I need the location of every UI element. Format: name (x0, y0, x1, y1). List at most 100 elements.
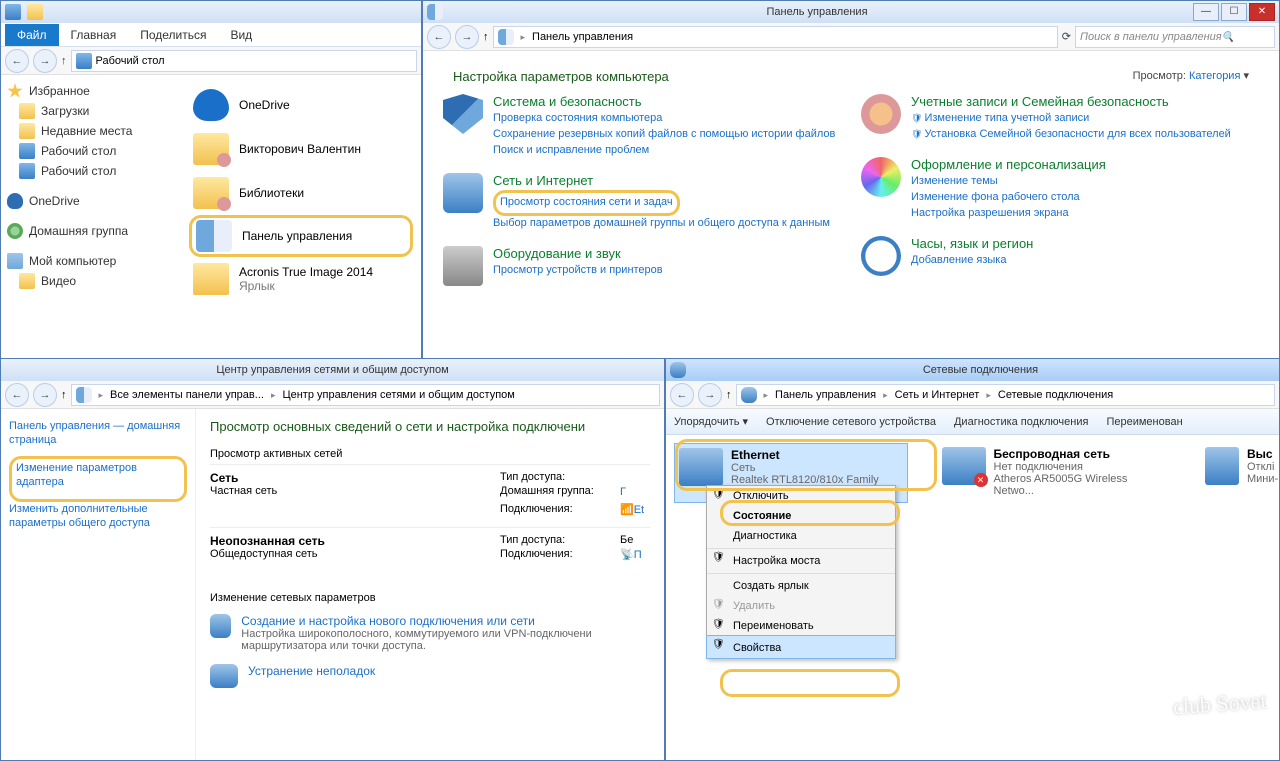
side-sharing[interactable]: Изменить дополнительные параметры общего… (9, 502, 187, 531)
menu-bridge[interactable]: 🛡Настройка моста (707, 548, 895, 571)
sidebar-recent[interactable]: Недавние места (5, 121, 177, 141)
sidebar-desktop[interactable]: Рабочий стол (5, 141, 177, 161)
ncn-titlebar[interactable]: Сетевые подключения (666, 359, 1279, 381)
window-title: Центр управления сетями и общим доступом (5, 364, 660, 376)
folder-icon (193, 263, 229, 295)
file-user[interactable]: Викторович Валентин (189, 127, 413, 171)
star-icon (7, 83, 23, 99)
link-homegroup[interactable]: Выбор параметров домашней группы и общег… (493, 216, 830, 232)
tab-home[interactable]: Главная (59, 24, 129, 46)
link-family-safety[interactable]: Установка Семейной безопасности для всех… (911, 127, 1231, 143)
link-theme[interactable]: Изменение темы (911, 174, 1106, 190)
crumb-icon (498, 29, 514, 45)
link-check-status[interactable]: Проверка состояния компьютера (493, 111, 835, 127)
link-connection[interactable]: Et (634, 503, 644, 519)
nc-sidebar: Панель управления — домашняя страница Из… (1, 409, 196, 760)
opt-new-connection[interactable]: Создание и настройка нового подключения … (210, 614, 650, 652)
sidebar-desktop2[interactable]: Рабочий стол (5, 161, 177, 181)
qat-icon[interactable] (27, 4, 43, 20)
hardware-icon (443, 246, 483, 286)
nc-titlebar[interactable]: Центр управления сетями и общим доступом (1, 359, 664, 381)
opt-troubleshoot[interactable]: Устранение неполадок (210, 664, 650, 688)
nav-fwd[interactable]: → (33, 49, 57, 73)
tb-diagnose[interactable]: Диагностика подключения (954, 416, 1088, 428)
link-network-status[interactable]: Просмотр состояния сети и задач (500, 195, 673, 211)
change-heading: Изменение сетевых параметров (210, 592, 650, 604)
tb-rename[interactable]: Переименован (1106, 416, 1182, 428)
file-onedrive[interactable]: OneDrive (189, 83, 413, 127)
file-control-panel[interactable]: Панель управления (189, 215, 413, 257)
sidebar-favorites[interactable]: Избранное (5, 81, 177, 101)
tb-organize[interactable]: Упорядочить ▾ (674, 415, 748, 428)
refresh-button[interactable]: ⟳ (1062, 30, 1071, 43)
window-title: Панель управления (443, 6, 1191, 18)
nav-back[interactable]: ← (427, 25, 451, 49)
sidebar-mypc[interactable]: Мой компьютер (5, 251, 177, 271)
search-input[interactable]: Поиск в панели управления (1075, 26, 1275, 48)
window-icon (427, 4, 443, 20)
connection-other[interactable]: ВысОткліМини- (1201, 443, 1271, 489)
maximize-button[interactable]: ☐ (1221, 3, 1247, 21)
nav-back[interactable]: ← (670, 383, 694, 407)
menu-properties[interactable]: 🛡Свойства (706, 635, 896, 659)
file-acronis[interactable]: Acronis True Image 2014Ярлык (189, 257, 413, 301)
file-libraries[interactable]: Библиотеки (189, 171, 413, 215)
networkconnections-window: Сетевые подключения ← → ↑ Панель управле… (665, 358, 1280, 761)
link-wallpaper[interactable]: Изменение фона рабочего стола (911, 190, 1106, 206)
nav-back[interactable]: ← (5, 49, 29, 73)
folder-icon (19, 273, 35, 289)
breadcrumb[interactable]: Рабочий стол (71, 50, 418, 72)
cat-hardware[interactable]: Оборудование и звук Просмотр устройств и… (443, 246, 841, 286)
menu-diagnose[interactable]: Диагностика (707, 526, 895, 546)
explorer-window: Файл Главная Поделиться Вид ← → ↑ Рабочи… (0, 0, 422, 360)
sidebar-homegroup[interactable]: Домашняя группа (5, 221, 177, 241)
nav-fwd[interactable]: → (455, 25, 479, 49)
nav-fwd[interactable]: → (33, 383, 57, 407)
cat-appearance[interactable]: Оформление и персонализация Изменение те… (861, 157, 1259, 222)
nav-up[interactable]: ↑ (61, 389, 67, 401)
sidebar-onedrive[interactable]: OneDrive (5, 191, 177, 211)
link-devices[interactable]: Просмотр устройств и принтеров (493, 263, 663, 279)
close-button[interactable]: ✕ (1249, 3, 1275, 21)
viewby[interactable]: Просмотр: Категория ▾ (1133, 69, 1249, 84)
minimize-button[interactable]: — (1193, 3, 1219, 21)
cp-titlebar[interactable]: Панель управления — ☐ ✕ (423, 1, 1279, 23)
link-resolution[interactable]: Настройка разрешения экрана (911, 206, 1106, 222)
menu-shortcut[interactable]: Создать ярлык (707, 573, 895, 596)
breadcrumb[interactable]: Все элементы панели управ... Центр управ… (71, 384, 661, 406)
breadcrumb[interactable]: Панель управления (493, 26, 1058, 48)
onedrive-icon (193, 89, 229, 121)
sidebar-video[interactable]: Видео (5, 271, 177, 291)
cat-users[interactable]: Учетные записи и Семейная безопасность И… (861, 94, 1259, 143)
link-homegroup[interactable]: Г (620, 485, 626, 501)
breadcrumb[interactable]: Панель управления Сеть и Интернет Сетевы… (736, 384, 1276, 406)
nav-up[interactable]: ↑ (483, 31, 489, 43)
link-troubleshoot[interactable]: Поиск и исправление проблем (493, 143, 835, 159)
nav-back[interactable]: ← (5, 383, 29, 407)
cat-network[interactable]: Сеть и Интернет Просмотр состояния сети … (443, 173, 841, 232)
connection-wifi[interactable]: Беспроводная сетьНет подключенияAtheros … (938, 443, 1171, 501)
side-adapter-settings[interactable]: Изменение параметров адаптера (16, 461, 180, 490)
tb-disable[interactable]: Отключение сетевого устройства (766, 416, 936, 428)
menu-disable[interactable]: 🛡Отключить (707, 486, 895, 506)
side-home[interactable]: Панель управления — домашняя страница (9, 419, 187, 448)
sidebar-downloads[interactable]: Загрузки (5, 101, 177, 121)
cat-clock[interactable]: Часы, язык и регион Добавление языка (861, 236, 1259, 276)
explorer-titlebar[interactable] (1, 1, 421, 23)
menu-rename[interactable]: 🛡Переименовать (707, 616, 895, 636)
link-account-type[interactable]: Изменение типа учетной записи (911, 111, 1231, 127)
tab-view[interactable]: Вид (218, 24, 264, 46)
cat-security[interactable]: Система и безопасность Проверка состояни… (443, 94, 841, 159)
link-connection[interactable]: П (634, 548, 642, 564)
nav-fwd[interactable]: → (698, 383, 722, 407)
nav-up[interactable]: ↑ (726, 389, 732, 401)
link-add-lang[interactable]: Добавление языка (911, 253, 1033, 269)
menu-status[interactable]: Состояние (707, 506, 895, 526)
cloud-icon (7, 193, 23, 209)
link-file-history[interactable]: Сохранение резервных копий файлов с помо… (493, 127, 835, 143)
nav-up[interactable]: ↑ (61, 55, 67, 67)
tab-share[interactable]: Поделиться (128, 24, 218, 46)
ribbon: Файл Главная Поделиться Вид (1, 23, 421, 47)
shield-icon: 🛡 (712, 599, 725, 610)
tab-file[interactable]: Файл (5, 24, 59, 46)
